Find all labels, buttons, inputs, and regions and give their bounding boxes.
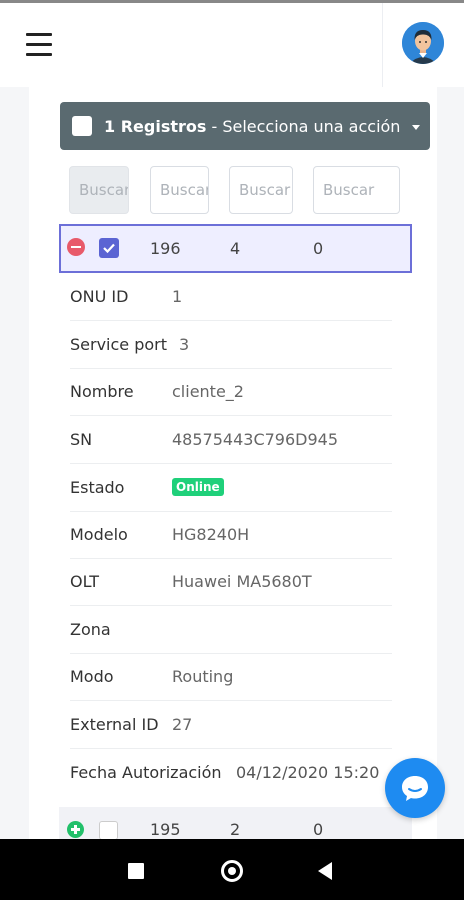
search-input-1[interactable] xyxy=(69,166,129,214)
status-badge: Online xyxy=(172,478,224,496)
hamburger-menu-icon[interactable] xyxy=(26,33,52,57)
select-all-checkbox[interactable] xyxy=(72,116,92,136)
detail-value: 3 xyxy=(179,335,190,354)
detail-label: Modo xyxy=(70,667,114,686)
bulk-action-text: - Selecciona una acción xyxy=(211,116,401,136)
detail-row-service-port: Service port 3 xyxy=(70,321,392,369)
home-icon[interactable] xyxy=(221,860,243,882)
cell-port: 0 xyxy=(313,820,324,839)
system-navigation-bar xyxy=(0,839,464,900)
detail-label: Fecha Autorización xyxy=(70,763,222,782)
detail-row-zona: Zona xyxy=(70,606,392,654)
detail-value: 48575443C796D945 xyxy=(172,430,339,449)
detail-value: 04/12/2020 15:20 xyxy=(236,763,380,782)
cell-id: 196 xyxy=(150,239,181,258)
detail-label: OLT xyxy=(70,572,100,591)
detail-value: 1 xyxy=(172,287,183,306)
detail-value: Routing xyxy=(172,667,234,686)
cell-id: 195 xyxy=(150,820,181,839)
detail-label: Nombre xyxy=(70,382,134,401)
records-count: 1 Registros xyxy=(104,116,207,136)
detail-row-estado: Estado Online xyxy=(70,464,392,512)
user-menu[interactable] xyxy=(382,3,464,87)
cell-port: 0 xyxy=(313,239,324,258)
cell-board: 2 xyxy=(230,820,241,839)
detail-label: External ID xyxy=(70,715,159,734)
back-icon[interactable] xyxy=(318,862,332,880)
top-navbar xyxy=(0,3,464,87)
bulk-action-label: 1 Registros - Selecciona una acción xyxy=(104,117,420,136)
expand-row-icon[interactable] xyxy=(67,821,84,838)
chat-button[interactable] xyxy=(385,758,445,818)
detail-value: HG8240H xyxy=(172,525,250,544)
table-row-selected[interactable]: 196 4 0 xyxy=(59,224,412,273)
detail-label: SN xyxy=(70,430,93,449)
detail-row-external-id: External ID 27 xyxy=(70,701,392,749)
detail-value: 27 xyxy=(172,715,193,734)
detail-row-nombre: Nombre cliente_2 xyxy=(70,368,392,416)
detail-label: Estado xyxy=(70,478,125,497)
detail-row-sn: SN 48575443C796D945 xyxy=(70,416,392,464)
detail-row-modelo: Modelo HG8240H xyxy=(70,511,392,559)
detail-row-modo: Modo Routing xyxy=(70,653,392,701)
collapse-row-icon[interactable] xyxy=(67,238,85,256)
chat-bubble-icon xyxy=(402,776,428,801)
detail-label: Service port xyxy=(70,335,168,354)
search-input-3[interactable] xyxy=(229,166,293,214)
detail-label: Modelo xyxy=(70,525,128,544)
detail-label: Zona xyxy=(70,620,111,639)
row-checkbox-checked[interactable] xyxy=(99,238,119,258)
caret-down-icon xyxy=(411,124,420,130)
search-input-2[interactable] xyxy=(150,166,209,214)
column-search-row xyxy=(0,166,464,214)
detail-value: cliente_2 xyxy=(172,382,244,401)
detail-label: ONU ID xyxy=(70,287,129,306)
detail-row-onu-id: ONU ID 1 xyxy=(70,273,392,321)
search-input-4[interactable] xyxy=(313,166,400,214)
detail-row-fecha-autorizacion: Fecha Autorización 04/12/2020 15:20 xyxy=(70,749,392,797)
detail-row-olt: OLT Huawei MA5680T xyxy=(70,558,392,606)
avatar-icon[interactable] xyxy=(402,22,444,64)
cell-board: 4 xyxy=(230,239,241,258)
bulk-action-dropdown[interactable]: 1 Registros - Selecciona una acción xyxy=(60,102,430,150)
detail-value: Huawei MA5680T xyxy=(172,572,312,591)
row-checkbox[interactable] xyxy=(99,821,118,840)
recents-icon[interactable] xyxy=(128,863,144,879)
